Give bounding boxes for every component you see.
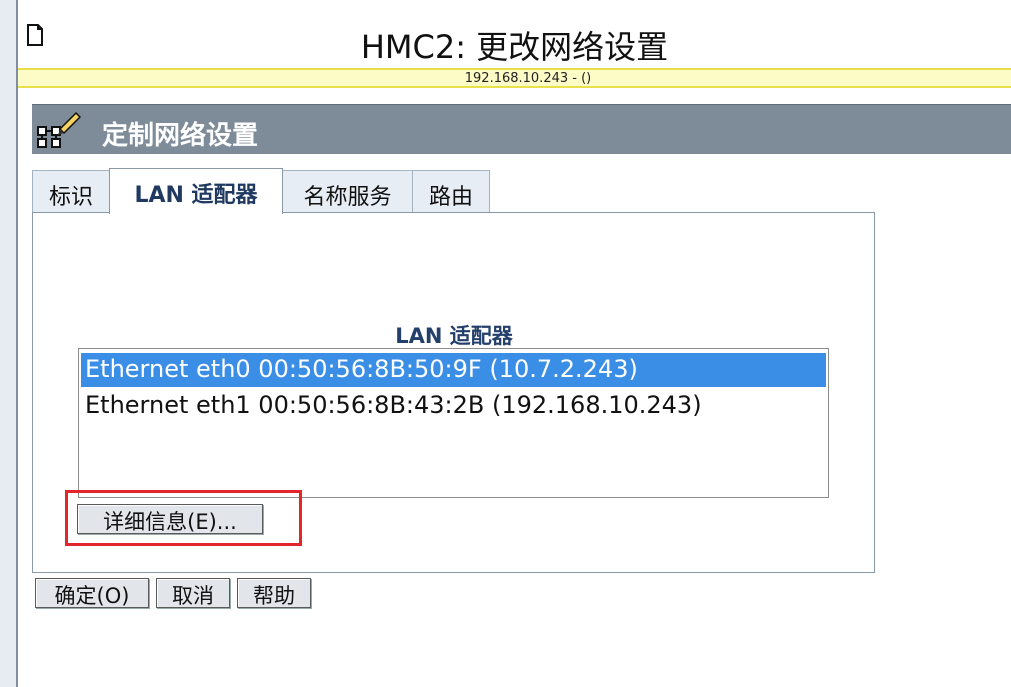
window-title: HMC2: 更改网络设置: [360, 28, 669, 66]
tab-routing[interactable]: 路由: [412, 170, 490, 212]
title-bar: HMC2: 更改网络设置: [18, 0, 1011, 68]
section-header: 定制网络设置: [32, 104, 1011, 154]
help-button[interactable]: 帮助: [237, 578, 311, 608]
cancel-button[interactable]: 取消: [156, 578, 230, 608]
address-bar: 192.168.10.243 - (): [18, 68, 1011, 88]
panel-heading: LAN 适配器: [395, 324, 513, 348]
address-text: 192.168.10.243 - (): [464, 71, 592, 86]
tab-name-services[interactable]: 名称服务: [282, 170, 413, 212]
list-item[interactable]: Ethernet eth1 00:50:56:8B:43:2B (192.168…: [81, 389, 826, 423]
highlight-annotation: [65, 490, 302, 546]
adapter-listbox[interactable]: Ethernet eth0 00:50:56:8B:50:9F (10.7.2.…: [78, 348, 829, 498]
tab-lan-adapters[interactable]: LAN 适配器: [109, 168, 283, 214]
tab-identification[interactable]: 标识: [32, 170, 110, 212]
network-edit-icon: [36, 111, 84, 155]
ok-button[interactable]: 确定(O): [35, 578, 149, 608]
list-item[interactable]: Ethernet eth0 00:50:56:8B:50:9F (10.7.2.…: [81, 353, 826, 387]
section-title: 定制网络设置: [102, 121, 259, 151]
